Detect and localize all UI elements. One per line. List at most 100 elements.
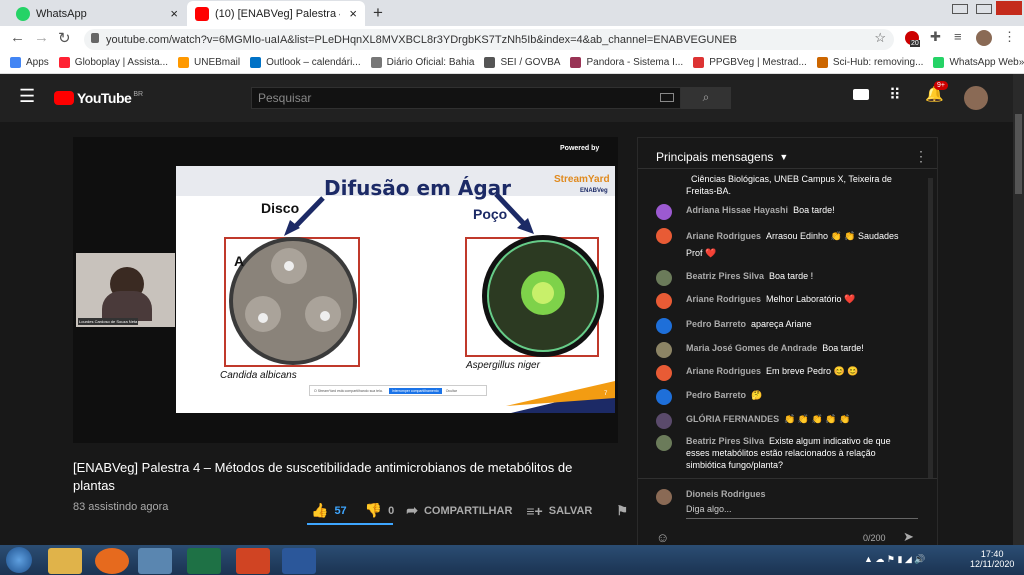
bookmark-outlook[interactable]: Outlook – calendári...: [250, 57, 361, 68]
tab-label: WhatsApp: [36, 7, 87, 20]
new-tab-button[interactable]: +: [373, 3, 383, 23]
tray-icons[interactable]: ▲ ☁ ⚑ ▮ ◢ 🔊: [864, 554, 926, 565]
like-ratio-bar: [307, 523, 393, 525]
chat-message: Ciências Biológicas, UNEB Campus X, Teix…: [686, 174, 892, 196]
bookmark-sei[interactable]: SEI / GOVBA: [484, 57, 560, 68]
presenter-body: [102, 291, 152, 321]
bookmark-scihub[interactable]: Sci-Hub: removing...: [816, 57, 923, 68]
dislike-icon[interactable]: 👎: [365, 502, 382, 519]
hamburger-menu-icon[interactable]: ☰: [19, 86, 35, 107]
page-scrollbar[interactable]: [1013, 74, 1024, 545]
divider: [638, 478, 937, 479]
save-button[interactable]: SALVAR: [549, 505, 593, 517]
browser-tab-bar: WhatsApp × (10) [ENABVeg] Palestra 4 – N…: [0, 0, 1024, 26]
like-icon[interactable]: 👍: [311, 502, 328, 519]
powerpoint-icon[interactable]: [236, 548, 270, 574]
video-actions: 👍 57 👎 0 ➦ COMPARTILHAR ≡+ SALVAR ⚑: [311, 502, 628, 519]
flag-icon[interactable]: ⚑: [616, 503, 628, 519]
excel-icon[interactable]: [187, 548, 221, 574]
bookmark-diario[interactable]: Diário Oficial: Bahia: [370, 57, 474, 68]
clock-time: 17:40: [980, 549, 1004, 559]
screen-share-bar: O StreamYard está compartilhando sua tel…: [309, 385, 487, 396]
window-close-button[interactable]: [996, 1, 1022, 15]
chrome-icon[interactable]: [138, 548, 172, 574]
youtube-header: ☰ YouTube BR Pesquisar ⌕ ⠿ 🔔 9+: [0, 74, 1024, 122]
search-placeholder: Pesquisar: [258, 91, 312, 105]
start-button[interactable]: [6, 547, 32, 573]
tab-whatsapp[interactable]: WhatsApp ×: [8, 1, 186, 26]
chevron-down-icon: ▼: [779, 152, 789, 162]
like-count: 57: [334, 504, 347, 517]
bookmarks-more[interactable]: »: [1019, 57, 1024, 68]
stop-share-button[interactable]: Interromper compartilhamento: [388, 387, 442, 394]
close-tab-icon[interactable]: ×: [170, 6, 178, 21]
search-button[interactable]: ⌕: [681, 87, 731, 109]
maximize-button[interactable]: [976, 4, 992, 14]
keyboard-icon[interactable]: [660, 93, 674, 102]
bookmark-ppgbveg[interactable]: PPGBVeg | Mestrad...: [693, 57, 807, 68]
viewer-count: 83 assistindo agora: [73, 501, 169, 513]
forward-arrow-icon[interactable]: →: [34, 29, 49, 46]
chat-message: Pedro Barreto apareça Ariane: [656, 318, 916, 334]
word-icon[interactable]: [282, 548, 316, 574]
search-icon: ⌕: [702, 90, 710, 104]
share-icon[interactable]: ➦: [406, 502, 418, 519]
search-input[interactable]: Pesquisar: [251, 87, 681, 109]
powered-by-text: Powered by: [560, 145, 600, 152]
explorer-icon[interactable]: [48, 548, 82, 574]
char-counter: 0/200: [863, 533, 886, 543]
account-avatar[interactable]: [964, 86, 988, 110]
apps-grid-icon[interactable]: ⠿: [889, 85, 901, 105]
chat-scrollbar[interactable]: [928, 178, 933, 478]
create-video-icon[interactable]: [853, 89, 869, 100]
bookmarks-bar: Apps Globoplay | Assista... UNEBmail Out…: [0, 52, 1024, 74]
dislike-count: 0: [388, 504, 395, 517]
chat-message: Pedro Barreto 🤔: [656, 389, 916, 405]
bookmark-whatsapp-web[interactable]: WhatsApp Web: [933, 57, 1019, 68]
close-tab-icon[interactable]: ×: [349, 6, 357, 21]
lock-icon: [91, 33, 99, 43]
tab-youtube[interactable]: (10) [ENABVeg] Palestra 4 – N ×: [187, 1, 365, 26]
chat-input-placeholder: Diga algo...: [686, 504, 732, 514]
save-icon[interactable]: ≡+: [526, 503, 542, 519]
media-icon[interactable]: ≡: [954, 29, 962, 44]
back-arrow-icon[interactable]: ←: [10, 29, 25, 46]
tray-clock[interactable]: 17:40 12/11/2020: [970, 549, 1014, 569]
hide-share-button[interactable]: Ocultar: [446, 389, 457, 393]
avatar: [656, 228, 672, 244]
emoji-icon[interactable]: ☺: [656, 530, 669, 545]
youtube-logo[interactable]: YouTube BR: [54, 90, 143, 106]
send-icon[interactable]: ➤: [903, 529, 914, 545]
bookmark-apps[interactable]: Apps: [10, 57, 49, 68]
chat-message: Ariane Rodrigues Arrasou Edinho 👏 👏 Sauda…: [656, 228, 916, 262]
bookmark-pandora[interactable]: Pandora - Sistema I...: [570, 57, 683, 68]
address-bar[interactable]: youtube.com/watch?v=6MGMIo-uaIA&list=PLe…: [84, 29, 894, 50]
puzzle-icon[interactable]: ✚: [930, 29, 941, 45]
firefox-icon[interactable]: [95, 548, 129, 574]
reload-icon[interactable]: ↻: [58, 29, 71, 47]
chat-header-label: Principais mensagens: [656, 150, 774, 164]
bookmark-star-icon[interactable]: ☆: [874, 30, 886, 46]
avatar: [656, 435, 672, 451]
youtube-play-icon: [54, 91, 74, 105]
presenter-name: Lourdes Cardoso de Souza Neta: [78, 318, 139, 325]
chat-input[interactable]: Diga algo...: [686, 504, 918, 519]
bookmark-globoplay[interactable]: Globoplay | Assista...: [58, 57, 168, 68]
chat-menu-icon[interactable]: ⋮: [914, 148, 928, 165]
chat-header[interactable]: Principais mensagens ▼: [656, 150, 788, 164]
extension-badge: 20: [910, 40, 920, 47]
minimize-button[interactable]: [952, 4, 968, 14]
menu-dots-icon[interactable]: ⋮: [1003, 29, 1016, 45]
tab-label: (10) [ENABVeg] Palestra 4 – N: [215, 7, 340, 20]
avatar: [656, 389, 672, 405]
profile-avatar[interactable]: [976, 30, 992, 46]
bookmark-unebmail[interactable]: UNEBmail: [178, 57, 240, 68]
chat-message: Beatriz Pires Silva Existe algum indicati…: [656, 435, 916, 471]
chat-username: Dioneis Rodrigues: [686, 489, 766, 499]
divider: [638, 168, 937, 169]
avatar: [656, 318, 672, 334]
presentation-slide: Difusão em Ágar StreamYard ENABVeg Disco…: [176, 166, 615, 413]
share-button[interactable]: COMPARTILHAR: [424, 505, 512, 517]
logo-text: YouTube: [77, 90, 132, 106]
chat-message: Ariane Rodrigues Melhor Laboratório ❤️: [656, 293, 916, 309]
